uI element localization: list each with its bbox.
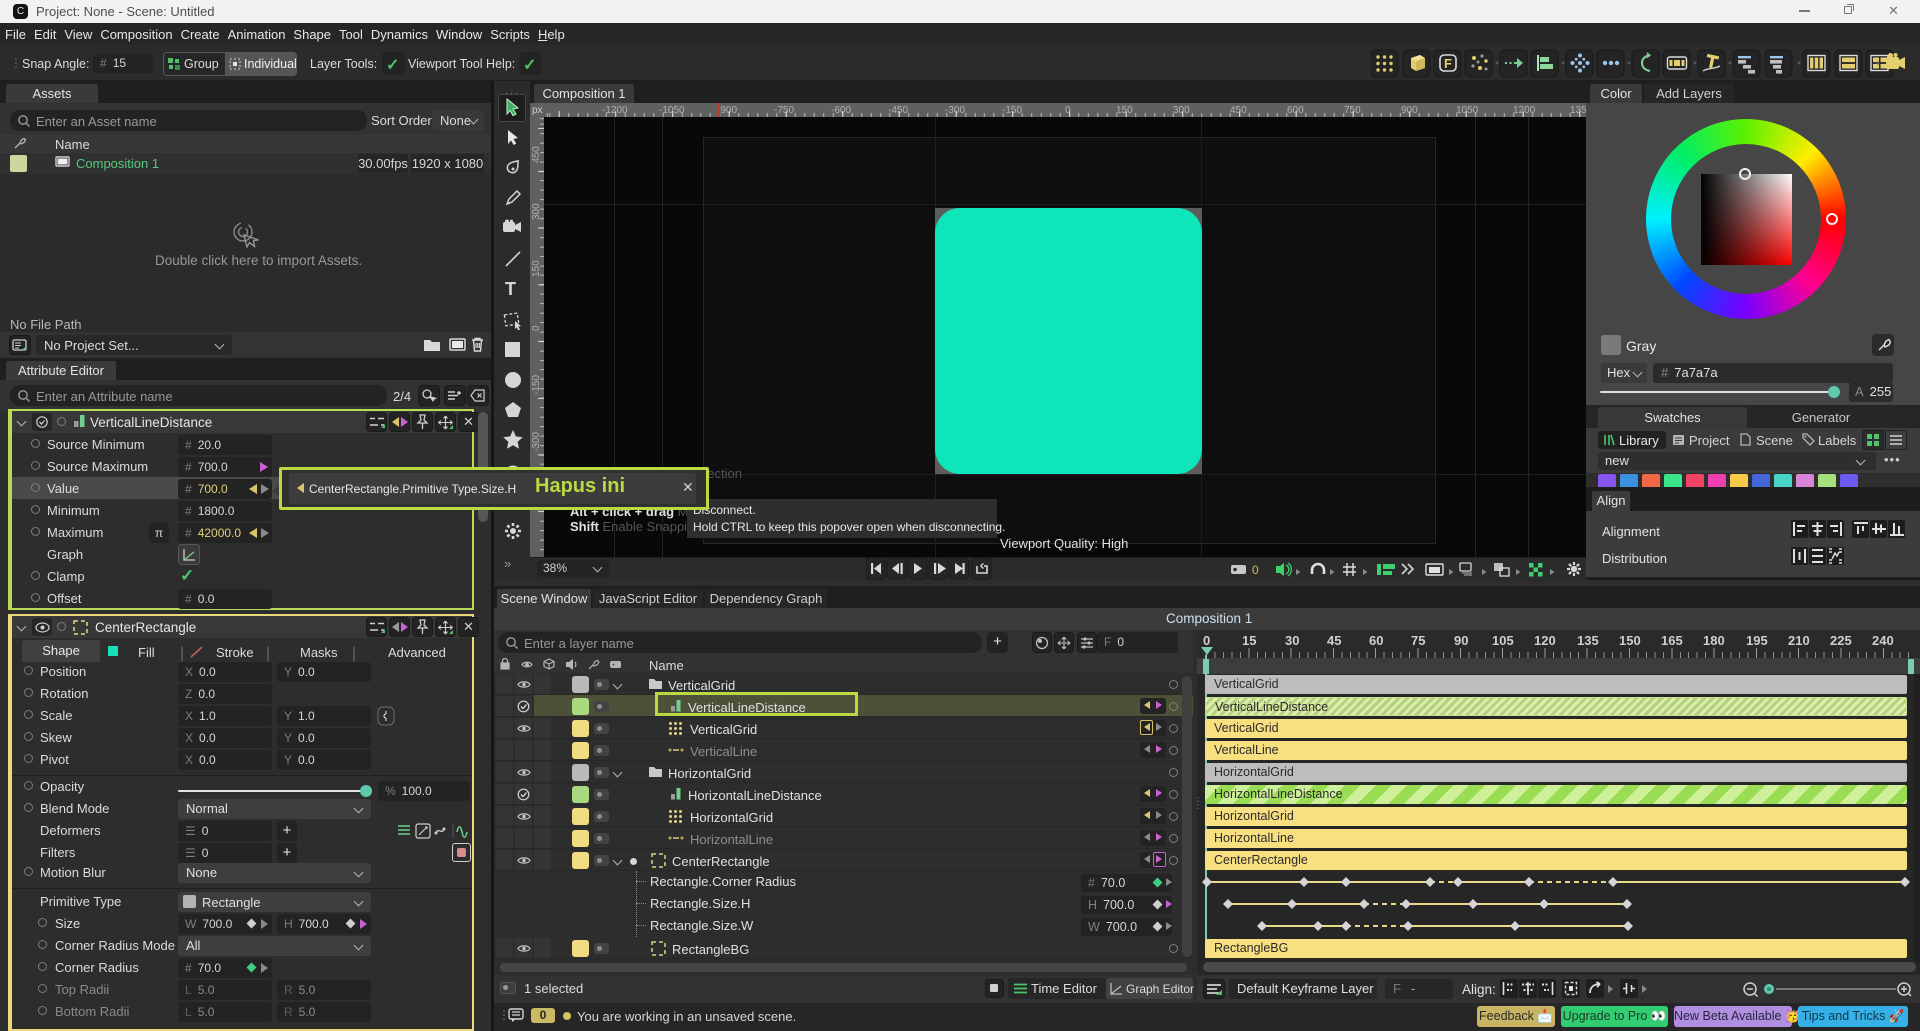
svg-text:F: F [1444,56,1452,71]
svg-text:0: 0 [1252,563,1259,577]
